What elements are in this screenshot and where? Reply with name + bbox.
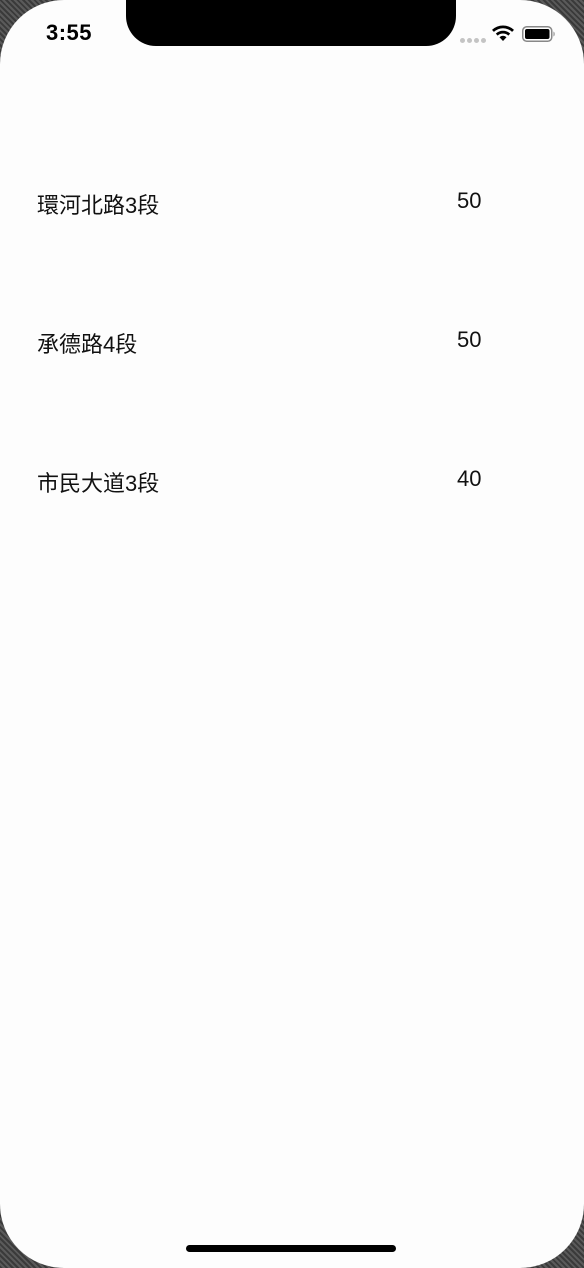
battery-icon (522, 26, 555, 42)
wifi-icon (492, 25, 514, 41)
status-time: 3:55 (46, 20, 93, 45)
list-item[interactable]: 市民大道3段 40 (0, 418, 584, 557)
road-name: 承德路4段 (37, 332, 138, 357)
home-indicator[interactable] (186, 1245, 396, 1252)
road-name: 市民大道3段 (37, 471, 160, 496)
road-value: 40 (457, 466, 482, 491)
road-value: 50 (457, 327, 482, 352)
cellular-signal-icon (460, 36, 488, 44)
road-name: 環河北路3段 (37, 193, 160, 218)
list-item[interactable]: 承德路4段 50 (0, 279, 584, 418)
notch (126, 0, 456, 46)
phone-screen: 3:55 環河北路3段 50 承德路4段 50 市民大道3段 40 (0, 0, 584, 1268)
road-value: 50 (457, 188, 482, 213)
list-item[interactable]: 環河北路3段 50 (0, 140, 584, 279)
road-list: 環河北路3段 50 承德路4段 50 市民大道3段 40 (0, 140, 584, 557)
